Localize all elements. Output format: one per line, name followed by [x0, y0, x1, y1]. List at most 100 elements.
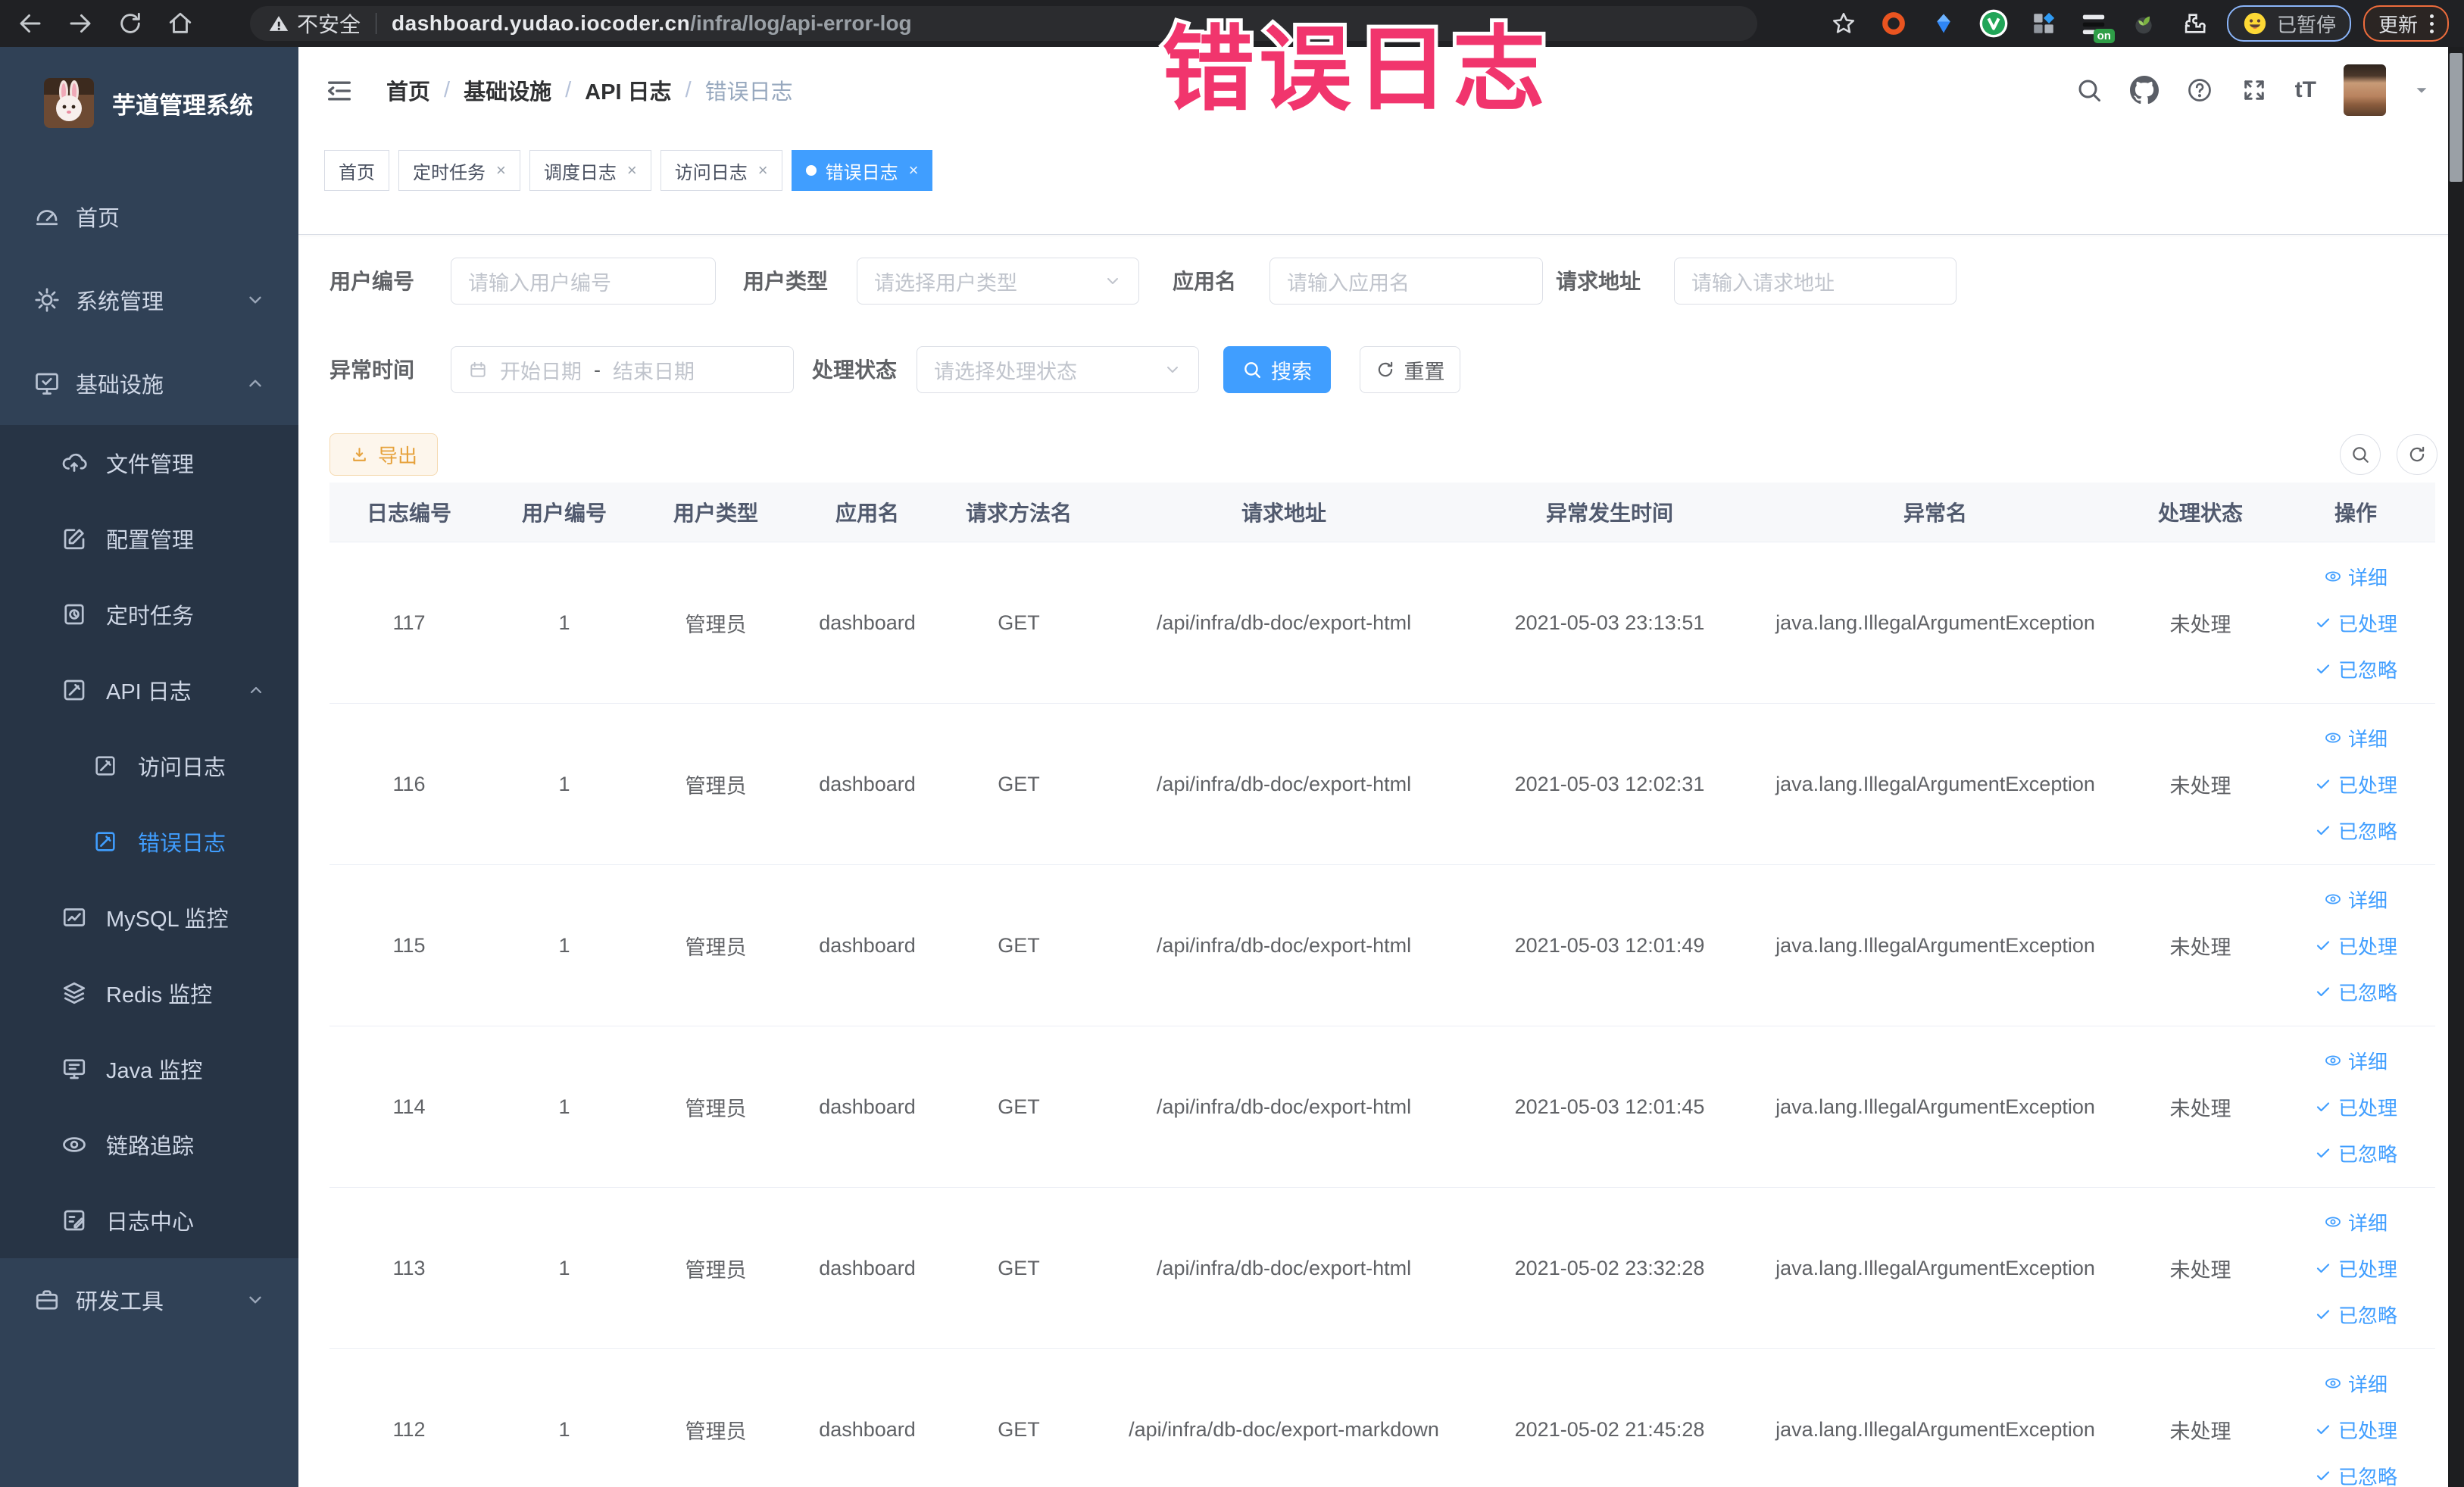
exception-time-range-picker[interactable]: 开始日期 - 结束日期: [451, 346, 794, 393]
detail-link[interactable]: 详细: [2324, 1370, 2387, 1398]
cell-request-url: /api/infra/db-doc/export-html: [1156, 611, 1412, 634]
mark-processed-link[interactable]: 已处理: [2314, 1093, 2397, 1121]
request-url-input[interactable]: 请输入请求地址: [1674, 258, 1957, 305]
scrollbar-thumb[interactable]: [2450, 53, 2462, 182]
breadcrumb-api-log[interactable]: API 日志: [585, 74, 671, 106]
header-search-icon[interactable]: [2075, 77, 2103, 104]
toggle-search-button[interactable]: [2340, 434, 2381, 475]
mark-ignored-link[interactable]: 已忽略: [2314, 817, 2397, 845]
tab-error-log[interactable]: 错误日志 ×: [791, 150, 933, 191]
main-area: 首页 / 基础设施 / API 日志 / 错误日志 tT 首页 定时任务 × 调…: [298, 47, 2464, 1487]
sidebar-item-config-management[interactable]: 配置管理: [0, 501, 298, 576]
mark-ignored-link[interactable]: 已忽略: [2314, 1139, 2397, 1167]
browser-home-icon[interactable]: [161, 4, 200, 43]
mark-processed-link[interactable]: 已处理: [2314, 1416, 2397, 1444]
app-name-input[interactable]: 请输入应用名: [1269, 258, 1543, 305]
chart-icon: [61, 904, 88, 931]
mark-processed-link[interactable]: 已处理: [2314, 770, 2397, 798]
check-icon: [2314, 1098, 2332, 1116]
mark-processed-link[interactable]: 已处理: [2314, 1254, 2397, 1282]
user-avatar[interactable]: [2344, 64, 2386, 116]
detail-link[interactable]: 详细: [2324, 724, 2387, 752]
cell-log-id: 117: [392, 611, 426, 634]
breadcrumb-home[interactable]: 首页: [386, 74, 430, 106]
sidebar-item-api-log[interactable]: API 日志: [0, 652, 298, 728]
tab-schedule-log[interactable]: 调度日志 ×: [529, 150, 651, 191]
profile-paused-pill[interactable]: 已暂停: [2226, 5, 2351, 42]
detail-link[interactable]: 详细: [2324, 1208, 2387, 1236]
browser-back-icon[interactable]: [11, 4, 50, 43]
export-button[interactable]: 导出: [329, 433, 438, 476]
task-clock-icon: [61, 601, 88, 628]
fullscreen-icon[interactable]: [2241, 77, 2268, 104]
mark-processed-link[interactable]: 已处理: [2314, 932, 2397, 960]
refresh-table-button[interactable]: [2397, 434, 2437, 475]
eye-icon: [2324, 1213, 2342, 1231]
security-warning-icon: [268, 13, 289, 34]
detail-link[interactable]: 详细: [2324, 563, 2387, 591]
bookmark-star-icon[interactable]: [1827, 7, 1860, 40]
sidebar-item-dev-tools[interactable]: 研发工具: [0, 1258, 298, 1342]
search-button[interactable]: 搜索: [1223, 346, 1331, 393]
sidebar-item-system[interactable]: 系统管理: [0, 258, 298, 342]
mark-ignored-link[interactable]: 已忽略: [2314, 1301, 2397, 1329]
browser-update-pill[interactable]: 更新: [2363, 5, 2449, 42]
detail-link[interactable]: 详细: [2324, 1047, 2387, 1075]
extension-grid-diamond-icon[interactable]: [2027, 7, 2060, 40]
tab-scheduled-jobs[interactable]: 定时任务 ×: [398, 150, 520, 191]
sidebar-item-java-monitor[interactable]: Java 监控: [0, 1031, 298, 1107]
smiley-face-icon: [2242, 11, 2268, 36]
extension-adblock-on-icon[interactable]: on: [2077, 7, 2115, 43]
address-bar[interactable]: 不安全 dashboard.yudao.iocoder.cn/infra/log…: [250, 6, 1757, 41]
tab-access-log[interactable]: 访问日志 ×: [660, 150, 782, 191]
sidebar-item-redis-monitor[interactable]: Redis 监控: [0, 955, 298, 1031]
close-icon[interactable]: ×: [627, 161, 637, 180]
extension-green-check-icon[interactable]: [1977, 7, 2010, 40]
extension-green-sprout-icon[interactable]: [2127, 7, 2160, 40]
sidebar-item-log-center[interactable]: 日志中心: [0, 1182, 298, 1258]
cell-user-id: 1: [558, 1095, 570, 1118]
check-icon: [2314, 1144, 2332, 1162]
reset-button[interactable]: 重置: [1360, 346, 1460, 393]
extension-orange-ring-icon[interactable]: [1877, 7, 1910, 40]
browser-forward-icon[interactable]: [61, 4, 100, 43]
eye-icon: [2324, 1051, 2342, 1070]
avatar-dropdown-caret-icon[interactable]: [2413, 82, 2430, 98]
browser-reload-icon[interactable]: [111, 4, 150, 43]
sidebar-item-tracing[interactable]: 链路追踪: [0, 1107, 298, 1182]
user-type-select[interactable]: 请选择用户类型: [857, 258, 1139, 305]
mark-ignored-link[interactable]: 已忽略: [2314, 655, 2397, 683]
app-logo-row[interactable]: 芋道管理系统: [0, 47, 298, 139]
extension-blue-gem-icon[interactable]: [1927, 7, 1960, 40]
github-icon[interactable]: [2129, 76, 2159, 105]
detail-link[interactable]: 详细: [2324, 886, 2387, 914]
mark-processed-link[interactable]: 已处理: [2314, 609, 2397, 637]
font-size-icon[interactable]: tT: [2295, 77, 2316, 103]
mark-ignored-link[interactable]: 已忽略: [2314, 1462, 2397, 1487]
sidebar-item-home[interactable]: 首页: [0, 175, 298, 258]
page-scrollbar[interactable]: [2448, 47, 2464, 1487]
process-status-select[interactable]: 请选择处理状态: [917, 346, 1199, 393]
sidebar-item-scheduled-jobs[interactable]: 定时任务: [0, 576, 298, 652]
close-icon[interactable]: ×: [758, 161, 768, 180]
sidebar-item-file-management[interactable]: 文件管理: [0, 425, 298, 501]
cell-log-id: 116: [392, 772, 426, 795]
sidebar-item-error-log[interactable]: 错误日志: [0, 804, 298, 879]
col-process-status: 处理状态: [2157, 501, 2243, 525]
user-id-input[interactable]: 请输入用户编号: [451, 258, 716, 305]
extensions-puzzle-icon[interactable]: [2177, 7, 2210, 40]
sidebar-item-mysql-monitor[interactable]: MySQL 监控: [0, 879, 298, 955]
breadcrumb-infrastructure[interactable]: 基础设施: [464, 74, 551, 106]
tab-home[interactable]: 首页: [324, 150, 389, 191]
close-icon[interactable]: ×: [909, 161, 919, 180]
browser-toolbar: 不安全 dashboard.yudao.iocoder.cn/infra/log…: [0, 0, 2464, 47]
sidebar-item-access-log[interactable]: 访问日志: [0, 728, 298, 804]
kebab-menu-icon[interactable]: [2430, 14, 2434, 33]
help-icon[interactable]: [2186, 77, 2213, 104]
cell-exception-time: 2021-05-02 23:32:28: [1514, 1256, 1705, 1279]
sidebar-collapse-icon[interactable]: [324, 76, 354, 106]
close-icon[interactable]: ×: [496, 161, 506, 180]
sidebar-item-infrastructure[interactable]: 基础设施: [0, 342, 298, 425]
cell-process-status: 未处理: [2169, 1097, 2231, 1120]
mark-ignored-link[interactable]: 已忽略: [2314, 978, 2397, 1006]
